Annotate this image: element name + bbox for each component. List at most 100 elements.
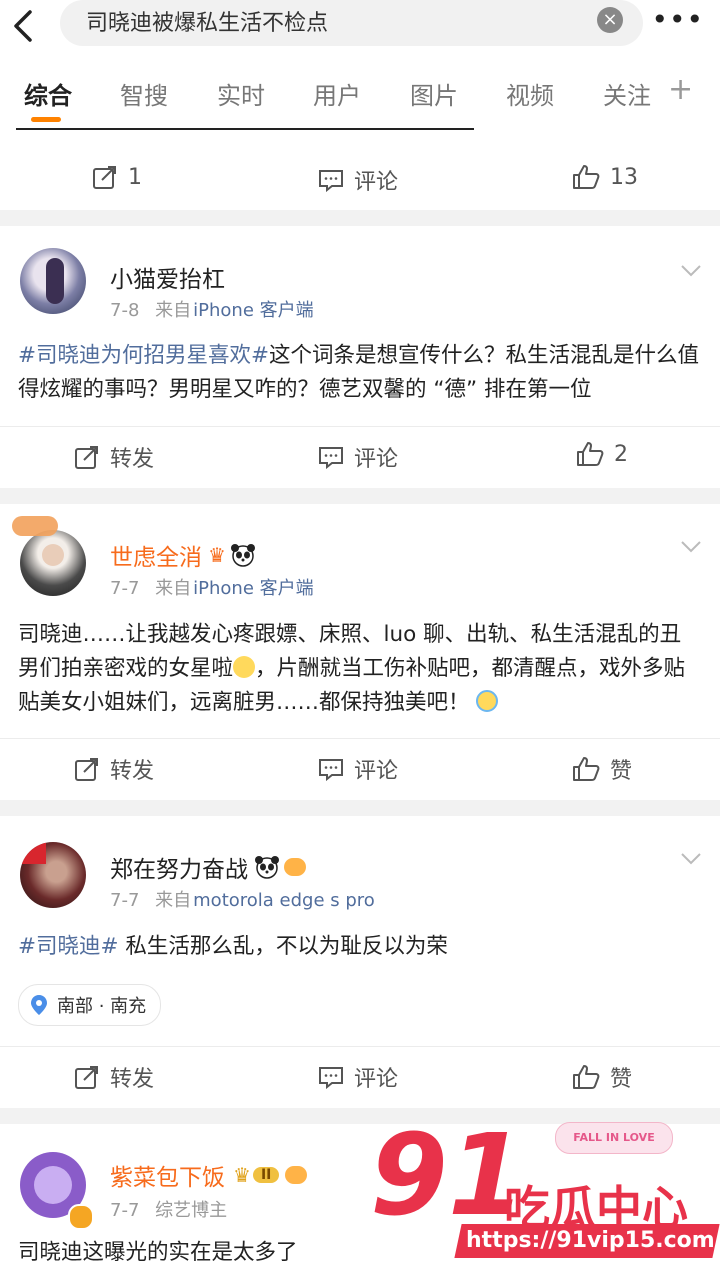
repost-button[interactable]: 1 (92, 164, 142, 190)
repost-label: 转发 (110, 1067, 155, 1092)
tab-realtime[interactable]: 实时 (217, 76, 265, 111)
avatar-pendant (12, 516, 58, 536)
post-text: 司晓迪……让我越发心疼跟嫖、床照、luo 聊、出轨、私生活混乱的丑男们拍亲密戏的… (18, 618, 702, 720)
username[interactable]: 郑在努力奋战 (110, 850, 306, 884)
comment-button[interactable]: 评论 (318, 753, 398, 785)
user-type: 综艺博主 (155, 1200, 228, 1221)
source-prefix: 来自 (155, 890, 192, 911)
post-source: iPhone 客户端 (193, 578, 314, 599)
username[interactable]: 世虑全消 ♛ (110, 538, 256, 572)
smile-emoji-icon (233, 656, 256, 678)
post-actions: 转发 评论 赞 (0, 1046, 720, 1109)
post-actions: 转发 评论 赞 (0, 738, 720, 801)
avatar[interactable] (20, 530, 86, 596)
post-source: motorola edge s pro (193, 890, 375, 911)
post-date: 7-8 (110, 300, 140, 321)
post-actions: 转发 评论 2 (0, 426, 720, 489)
tab-images[interactable]: 图片 (410, 76, 458, 111)
like-button[interactable]: 赞 (572, 753, 632, 785)
back-button[interactable] (10, 6, 40, 46)
repost-label: 转发 (110, 759, 155, 784)
repost-count: 1 (128, 164, 142, 190)
repost-icon (75, 1066, 98, 1089)
crying-emoji-icon (475, 690, 498, 712)
post-date: 7-7 (110, 890, 140, 911)
hashtag-link[interactable]: #司晓迪为何招男星喜欢# (18, 343, 269, 368)
post-date: 7-7 (110, 578, 140, 599)
chevron-down-icon[interactable] (680, 264, 702, 278)
comment-icon (319, 170, 343, 192)
comment-button[interactable]: 评论 (318, 164, 398, 196)
tab-users[interactable]: 用户 (313, 76, 361, 111)
fish-badge-icon (285, 1166, 308, 1184)
tab-comprehensive[interactable]: 综合 (24, 76, 72, 111)
post-text: #司晓迪# 私生活那么乱，不以为耻反以为荣 (18, 930, 702, 964)
repost-icon (93, 166, 116, 189)
thumbs-up-icon (577, 442, 604, 466)
watermark-number: 91 (370, 1111, 526, 1241)
more-options-button[interactable]: ••• (651, 3, 704, 36)
username-text: 世虑全消 (110, 545, 202, 571)
comment-button[interactable]: 评论 (318, 1061, 398, 1093)
top-bar: 司晓迪被爆私生活不检点 × ••• (0, 0, 720, 60)
prev-post-card: 1 评论 13 (0, 128, 720, 210)
like-button[interactable]: 赞 (572, 1061, 632, 1093)
fish-badge-icon (284, 858, 306, 876)
post-source: iPhone 客户端 (193, 300, 314, 321)
username-text: 紫菜包下饭 (110, 1165, 225, 1191)
post-card: 世虑全消 ♛ 7-7 来自 iPhone 客户端 司晓迪……让我越发心疼跟嫖、床照… (0, 504, 720, 800)
chevron-down-icon[interactable] (680, 852, 702, 866)
source-prefix: 来自 (155, 300, 192, 321)
repost-button[interactable]: 转发 (74, 753, 154, 785)
divider (16, 128, 474, 130)
like-count: 2 (614, 441, 628, 467)
like-count: 13 (610, 164, 638, 190)
thumbs-up-icon (573, 165, 600, 189)
location-pin-icon (31, 995, 47, 1015)
post-body: 私生活那么乱，不以为耻反以为荣 (118, 934, 448, 959)
watermark-url[interactable]: https://91vip15.com (466, 1224, 715, 1258)
thumbs-up-icon (573, 1065, 600, 1089)
like-button[interactable]: 13 (572, 164, 638, 190)
location-chip[interactable]: 南部 · 南充 (18, 984, 162, 1026)
chevron-down-icon[interactable] (680, 540, 702, 554)
tab-smart-search[interactable]: 智搜 (120, 76, 168, 111)
crown-badge-icon: ♛ (233, 1163, 251, 1187)
comment-label: 评论 (354, 170, 399, 195)
comment-label: 评论 (354, 447, 399, 472)
back-arrow-icon (14, 10, 32, 42)
comment-icon (319, 447, 343, 469)
like-button[interactable]: 2 (576, 441, 628, 467)
avatar[interactable] (20, 842, 86, 908)
username[interactable]: 紫菜包下饭 ♛ II (110, 1158, 308, 1192)
tab-videos[interactable]: 视频 (506, 76, 554, 111)
post-date: 7-7 (110, 1200, 140, 1221)
tab-following[interactable]: 关注 (603, 76, 651, 111)
username[interactable]: 小猫爱抬杠 (110, 260, 225, 294)
comment-button[interactable]: 评论 (318, 441, 398, 473)
avatar[interactable] (20, 248, 86, 314)
comment-label: 评论 (354, 1067, 399, 1092)
comment-icon (319, 759, 343, 781)
level-badge: II (252, 1167, 280, 1183)
add-tab-icon[interactable]: + (668, 72, 693, 107)
verified-badge-icon (68, 1204, 94, 1230)
clear-icon[interactable]: × (597, 7, 623, 33)
thumbs-up-icon (573, 757, 600, 781)
repost-button[interactable]: 转发 (74, 1061, 154, 1093)
active-tab-indicator (31, 117, 61, 122)
repost-icon (75, 758, 98, 781)
hashtag-link[interactable]: #司晓迪# (18, 934, 119, 959)
panda-icon (230, 544, 255, 567)
repost-icon (75, 446, 98, 469)
post-card: 郑在努力奋战 7-7 来自 motorola edge s pro #司晓迪# 私… (0, 816, 720, 1108)
username-text: 郑在努力奋战 (110, 857, 248, 883)
comment-icon (319, 1067, 343, 1089)
comment-label: 评论 (354, 759, 399, 784)
search-input[interactable]: 司晓迪被爆私生活不检点 × (60, 0, 643, 46)
post-card: 小猫爱抬杠 7-8 来自 iPhone 客户端 #司晓迪为何招男星喜欢#这个词条是… (0, 226, 720, 488)
post-text: #司晓迪为何招男星喜欢#这个词条是想宣传什么？私生活混乱是什么值得炫耀的事吗？男… (18, 339, 702, 407)
repost-button[interactable]: 转发 (74, 441, 154, 473)
post-meta: 7-8 来自 iPhone 客户端 (110, 296, 314, 322)
crown-badge-icon: ♛ (208, 543, 226, 567)
